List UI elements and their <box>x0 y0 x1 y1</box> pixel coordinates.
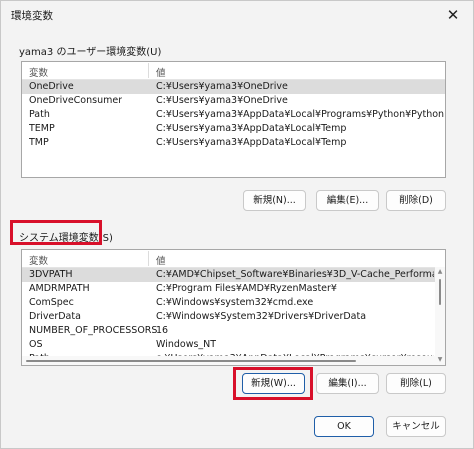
var-name: DriverData <box>29 311 81 322</box>
user-vars-col-value[interactable]: 値 <box>156 65 166 79</box>
table-row[interactable]: OneDriveConsumer C:¥Users¥yama3¥OneDrive <box>22 94 445 108</box>
var-value: C:¥Windows¥System32¥Drivers¥DriverData <box>156 311 367 322</box>
table-row[interactable]: TEMP C:¥Users¥yama3¥AppData¥Local¥Temp <box>22 122 445 136</box>
system-vars-header: 変数 値 <box>22 250 445 268</box>
close-icon: ✕ <box>446 6 460 24</box>
close-button[interactable]: ✕ <box>433 1 473 29</box>
environment-variables-dialog: 環境変数 ✕ yama3 のユーザー環境変数(U) 変数 値 OneDrive … <box>0 0 474 449</box>
var-name: TMP <box>29 137 49 148</box>
var-name: OneDrive <box>29 81 74 92</box>
var-value: C:¥Program Files¥AMD¥RyzenMaster¥ <box>156 283 337 294</box>
var-name: ComSpec <box>29 297 74 308</box>
horizontal-scrollbar[interactable] <box>22 356 435 365</box>
system-delete-button[interactable]: 削除(L) <box>386 373 446 394</box>
var-value: C:¥Users¥yama3¥AppData¥Local¥Temp <box>156 137 347 148</box>
var-value: C:¥Users¥yama3¥AppData¥Local¥Programs¥Py… <box>156 109 444 120</box>
table-row[interactable]: NUMBER_OF_PROCESSORS 16 <box>22 324 445 338</box>
system-vars-col-variable[interactable]: 変数 <box>29 253 48 267</box>
system-vars-list[interactable]: 変数 値 3DVPATH C:¥AMD¥Chipset_Software¥Bin… <box>21 249 446 366</box>
var-value: 16 <box>156 325 169 336</box>
var-name: NUMBER_OF_PROCESSORS <box>29 325 158 336</box>
title-bar: 環境変数 ✕ <box>1 1 473 29</box>
var-name: AMDRMPATH <box>29 283 90 294</box>
vertical-scrollbar[interactable]: ▲ ▼ <box>435 267 445 365</box>
user-vars-header: 変数 値 <box>22 62 445 80</box>
var-value: C:¥AMD¥Chipset_Software¥Binaries¥3D_V-Ca… <box>156 269 434 280</box>
scroll-thumb[interactable] <box>26 360 356 362</box>
ok-button[interactable]: OK <box>314 416 374 437</box>
table-row[interactable]: OneDrive C:¥Users¥yama3¥OneDrive <box>22 80 445 94</box>
scroll-up-icon[interactable]: ▲ <box>435 267 445 277</box>
table-row[interactable]: Path C:¥Users¥yama3¥AppData¥Local¥Progra… <box>22 108 445 122</box>
var-name: TEMP <box>29 123 55 134</box>
table-row[interactable]: ComSpec C:¥Windows¥system32¥cmd.exe <box>22 296 445 310</box>
system-vars-rows: 3DVPATH C:¥AMD¥Chipset_Software¥Binaries… <box>22 268 445 365</box>
user-vars-label: yama3 のユーザー環境変数(U) <box>19 47 162 58</box>
var-name: OneDriveConsumer <box>29 95 123 106</box>
column-separator[interactable] <box>148 251 149 266</box>
user-vars-list[interactable]: 変数 値 OneDrive C:¥Users¥yama3¥OneDrive On… <box>21 61 446 178</box>
var-value: Windows_NT <box>156 339 217 350</box>
var-value: C:¥Windows¥system32¥cmd.exe <box>156 297 314 308</box>
user-edit-button[interactable]: 編集(E)... <box>316 190 379 211</box>
system-vars-col-value[interactable]: 値 <box>156 253 166 267</box>
scroll-thumb[interactable] <box>439 279 441 305</box>
cancel-button[interactable]: キャンセル <box>386 416 446 437</box>
user-new-button[interactable]: 新規(N)... <box>243 190 306 211</box>
table-row[interactable]: DriverData C:¥Windows¥System32¥Drivers¥D… <box>22 310 445 324</box>
table-row[interactable]: TMP C:¥Users¥yama3¥AppData¥Local¥Temp <box>22 136 445 150</box>
var-value: C:¥Users¥yama3¥OneDrive <box>156 81 288 92</box>
var-value: C:¥Users¥yama3¥AppData¥Local¥Temp <box>156 123 347 134</box>
scroll-down-icon[interactable]: ▼ <box>435 355 445 365</box>
var-value: C:¥Users¥yama3¥OneDrive <box>156 95 288 106</box>
table-row[interactable]: AMDRMPATH C:¥Program Files¥AMD¥RyzenMast… <box>22 282 445 296</box>
window-title: 環境変数 <box>11 10 53 22</box>
system-vars-label: システム環境変数(S) <box>19 233 113 244</box>
system-edit-button[interactable]: 編集(I)... <box>316 373 379 394</box>
system-new-button[interactable]: 新規(W)... <box>242 373 305 394</box>
user-vars-col-variable[interactable]: 変数 <box>29 65 48 79</box>
table-row[interactable]: OS Windows_NT <box>22 338 445 352</box>
var-name: OS <box>29 339 43 350</box>
user-delete-button[interactable]: 削除(D) <box>386 190 446 211</box>
table-row[interactable]: 3DVPATH C:¥AMD¥Chipset_Software¥Binaries… <box>22 268 445 282</box>
var-name: Path <box>29 109 50 120</box>
var-name: 3DVPATH <box>29 269 73 280</box>
user-vars-rows: OneDrive C:¥Users¥yama3¥OneDrive OneDriv… <box>22 80 445 150</box>
column-separator[interactable] <box>148 63 149 78</box>
